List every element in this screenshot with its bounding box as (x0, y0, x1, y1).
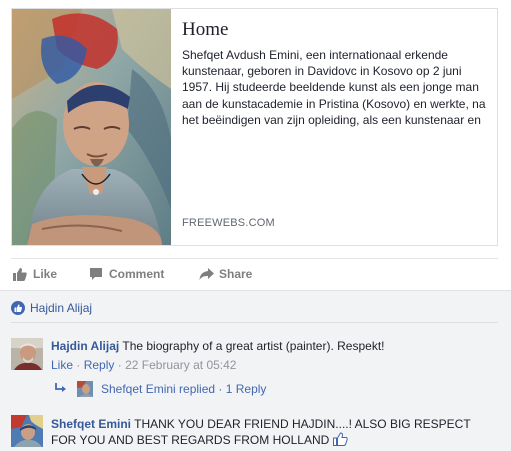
likers-names[interactable]: Hajdin Alijaj (30, 301, 92, 315)
comment-1-text: Hajdin Alijaj The biography of a great a… (51, 338, 491, 354)
comment-1-like-link[interactable]: Like (51, 358, 73, 372)
link-preview-image[interactable] (12, 9, 171, 245)
comment-label: Comment (109, 267, 165, 281)
replies-summary[interactable]: Shefqet Emini replied · 1 Reply (55, 381, 355, 397)
comment-1-timestamp[interactable]: 22 February at 05:42 (125, 358, 236, 372)
comment-icon (90, 268, 102, 280)
comments-section: Hajdin Alijaj Hajdin Alijaj The biograph… (0, 290, 511, 451)
avatar-hajdin-alijaj[interactable] (11, 338, 43, 370)
share-label: Share (219, 267, 253, 281)
comment-1-meta: Like · Reply · 22 February at 05:42 (51, 358, 236, 372)
link-preview-domain: FREEWEBS.COM (182, 217, 275, 229)
meta-separator: · (117, 358, 122, 372)
thumbs-up-emoji-icon (332, 432, 348, 446)
comment-1-author[interactable]: Hajdin Alijaj (51, 339, 119, 353)
meta-separator: · (76, 358, 81, 372)
share-icon (199, 268, 214, 280)
like-icon (13, 268, 27, 281)
post-action-bar: Like Comment Share (11, 258, 498, 288)
link-preview-title[interactable]: Home (182, 19, 492, 41)
comment-2-author[interactable]: Shefqet Emini (51, 417, 131, 431)
comment-1-reply-link[interactable]: Reply (84, 358, 115, 372)
replies-summary-text[interactable]: Shefqet Emini replied · 1 Reply (101, 382, 266, 396)
divider (11, 322, 498, 323)
link-preview-description: Shefqet Avdush Emini, een internationaal… (182, 48, 486, 127)
replier-avatar (77, 381, 93, 397)
like-label: Like (33, 267, 58, 281)
comment-2-text: Shefqet Emini THANK YOU DEAR FRIEND HAJD… (51, 416, 481, 448)
portrait-photo (12, 9, 171, 245)
link-preview-body: Home Shefqet Avdush Emini, een internati… (182, 19, 492, 241)
reply-arrow-icon (55, 383, 66, 392)
avatar-shefqet-emini[interactable] (11, 415, 43, 447)
thumbs-up-icon (11, 301, 25, 315)
link-preview-card[interactable]: Home Shefqet Avdush Emini, een internati… (11, 8, 498, 246)
comment-1-body: The biography of a great artist (painter… (122, 339, 385, 353)
